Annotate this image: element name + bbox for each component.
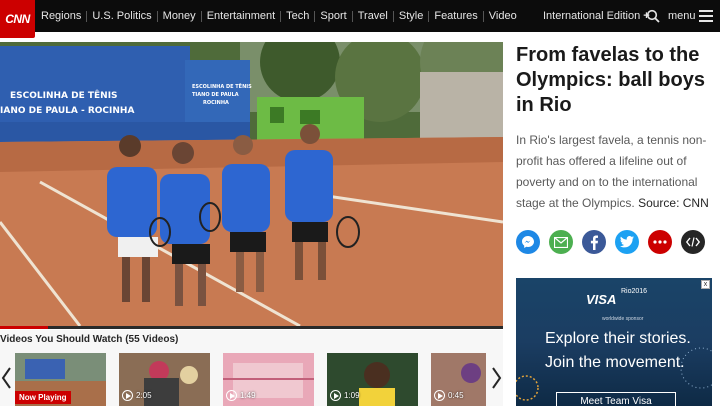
video-headline: From favelas to the Olympics: ball boys …	[516, 44, 705, 116]
video-progress-bar[interactable]	[0, 326, 503, 329]
nav-item-video[interactable]: Video	[482, 10, 522, 22]
banner-text-5: ROCINHA	[203, 100, 229, 106]
video-description: In Rio's largest favela, a tennis non-pr…	[516, 130, 716, 214]
duration-label: 1:09	[344, 391, 360, 400]
video-thumbnail-4[interactable]: 1:09	[327, 353, 418, 406]
logo-text: CNN	[5, 12, 30, 26]
video-thumbnail-2[interactable]: 2:05	[119, 353, 210, 406]
duration-badge: 1:09	[330, 390, 360, 401]
email-icon[interactable]	[549, 230, 573, 254]
edition-selector[interactable]: International Edition +	[543, 10, 650, 22]
banner-text-3: ESCOLINHA DE TÊNIS	[192, 82, 252, 90]
video-thumbnail-1[interactable]: Now Playing	[15, 353, 106, 406]
duration-badge: 1:49	[226, 390, 256, 401]
play-icon	[226, 390, 237, 401]
nav-item-style[interactable]: Style	[392, 10, 428, 22]
cnn-video-page: CNN Regions U.S. Politics Money Entertai…	[0, 0, 720, 406]
visa-advertisement[interactable]: VISA Rio2016 worldwide sponsor Explore t…	[516, 278, 712, 406]
messenger-icon[interactable]	[516, 230, 540, 254]
hamburger-menu-icon[interactable]	[699, 10, 713, 22]
banner-text: ESCOLINHA DE TÊNIS	[10, 89, 118, 101]
banner-text-4: TIANO DE PAULA	[192, 92, 239, 98]
nav-item-tech[interactable]: Tech	[280, 10, 314, 22]
nav-item-travel[interactable]: Travel	[351, 10, 393, 22]
edition-label: International Edition	[543, 10, 641, 22]
duration-badge: 2:05	[122, 390, 152, 401]
sponsor-line: worldwide sponsor	[602, 316, 644, 322]
ad-headline-1: Explore their stories.	[545, 330, 691, 347]
ad-headline-2: Join the movement.	[545, 354, 685, 371]
ad-cta-button[interactable]: Meet Team Visa	[556, 392, 676, 406]
now-playing-badge: Now Playing	[15, 391, 71, 404]
twitter-icon[interactable]	[615, 230, 639, 254]
play-icon	[330, 390, 341, 401]
duration-label: 2:05	[136, 391, 152, 400]
cnn-logo[interactable]: CNN	[0, 0, 35, 38]
nav-item-us-politics[interactable]: U.S. Politics	[86, 10, 156, 22]
ad-close-icon[interactable]: x	[701, 280, 710, 289]
duration-label: 1:49	[240, 391, 256, 400]
duration-label: 0:45	[448, 391, 464, 400]
share-bar	[516, 230, 705, 254]
visa-logo: VISA	[586, 292, 617, 307]
top-navigation: CNN Regions U.S. Politics Money Entertai…	[0, 0, 720, 38]
source-credit: Source: CNN	[638, 196, 709, 210]
play-icon	[434, 390, 445, 401]
more-icon[interactable]	[648, 230, 672, 254]
video-player[interactable]: ESCOLINHA DE TÊNIS IANO DE PAULA - ROCIN…	[0, 42, 503, 326]
video-progress-fill	[0, 326, 48, 329]
duration-badge: 0:45	[434, 390, 464, 401]
video-frame: ESCOLINHA DE TÊNIS IANO DE PAULA - ROCIN…	[0, 42, 503, 326]
strip-prev-arrow-icon[interactable]	[0, 366, 14, 390]
play-icon	[122, 390, 133, 401]
nav-item-entertainment[interactable]: Entertainment	[200, 10, 280, 22]
facebook-icon[interactable]	[582, 230, 606, 254]
nav-item-regions[interactable]: Regions	[41, 10, 86, 22]
nav-item-money[interactable]: Money	[156, 10, 201, 22]
banner-text-2: IANO DE PAULA - ROCINHA	[0, 106, 134, 116]
search-icon[interactable]	[646, 9, 660, 23]
rio2016-logo: Rio2016	[621, 288, 648, 295]
video-strip-title: Videos You Should Watch (55 Videos)	[0, 334, 179, 345]
nav-item-sport[interactable]: Sport	[314, 10, 351, 22]
embed-icon[interactable]	[681, 230, 705, 254]
video-thumbnail-3[interactable]: 1:49	[223, 353, 314, 406]
strip-next-arrow-icon[interactable]	[489, 366, 503, 390]
video-thumbnail-5[interactable]: 0:45	[431, 353, 486, 406]
menu-label[interactable]: menu	[668, 10, 696, 22]
nav-item-features[interactable]: Features	[428, 10, 482, 22]
nav-links: Regions U.S. Politics Money Entertainmen…	[41, 0, 522, 32]
